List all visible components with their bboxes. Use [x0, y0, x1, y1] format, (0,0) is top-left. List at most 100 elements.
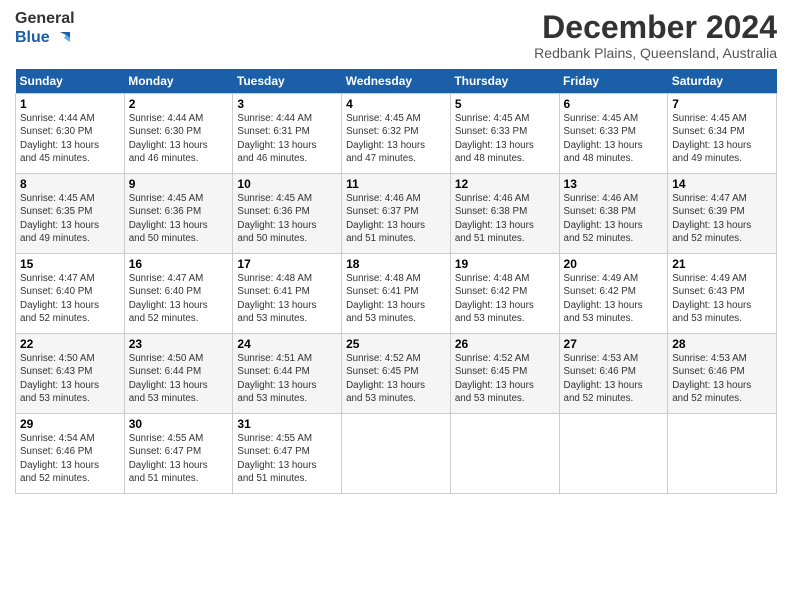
col-sunday: Sunday [16, 69, 125, 94]
calendar-cell: 20Sunrise: 4:49 AM Sunset: 6:42 PM Dayli… [559, 254, 668, 334]
col-wednesday: Wednesday [342, 69, 451, 94]
day-info: Sunrise: 4:46 AM Sunset: 6:38 PM Dayligh… [564, 192, 664, 245]
day-info: Sunrise: 4:44 AM Sunset: 6:30 PM Dayligh… [129, 112, 229, 165]
day-info: Sunrise: 4:49 AM Sunset: 6:43 PM Dayligh… [672, 272, 772, 325]
day-info: Sunrise: 4:52 AM Sunset: 6:45 PM Dayligh… [346, 352, 446, 405]
day-number: 11 [346, 177, 446, 191]
calendar-cell: 28Sunrise: 4:53 AM Sunset: 6:46 PM Dayli… [668, 334, 777, 414]
page-header: General Blue December 2024 Redbank Plain… [15, 10, 777, 61]
day-number: 17 [237, 257, 337, 271]
day-info: Sunrise: 4:47 AM Sunset: 6:39 PM Dayligh… [672, 192, 772, 245]
calendar-cell: 27Sunrise: 4:53 AM Sunset: 6:46 PM Dayli… [559, 334, 668, 414]
day-number: 27 [564, 337, 664, 351]
day-info: Sunrise: 4:52 AM Sunset: 6:45 PM Dayligh… [455, 352, 555, 405]
day-number: 6 [564, 97, 664, 111]
col-thursday: Thursday [450, 69, 559, 94]
day-number: 23 [129, 337, 229, 351]
day-number: 30 [129, 417, 229, 431]
day-info: Sunrise: 4:48 AM Sunset: 6:42 PM Dayligh… [455, 272, 555, 325]
day-info: Sunrise: 4:44 AM Sunset: 6:31 PM Dayligh… [237, 112, 337, 165]
day-info: Sunrise: 4:45 AM Sunset: 6:33 PM Dayligh… [455, 112, 555, 165]
calendar-cell: 11Sunrise: 4:46 AM Sunset: 6:37 PM Dayli… [342, 174, 451, 254]
calendar-cell: 24Sunrise: 4:51 AM Sunset: 6:44 PM Dayli… [233, 334, 342, 414]
day-number: 22 [20, 337, 120, 351]
day-number: 19 [455, 257, 555, 271]
calendar-cell: 6Sunrise: 4:45 AM Sunset: 6:33 PM Daylig… [559, 94, 668, 174]
day-number: 18 [346, 257, 446, 271]
day-info: Sunrise: 4:45 AM Sunset: 6:33 PM Dayligh… [564, 112, 664, 165]
col-tuesday: Tuesday [233, 69, 342, 94]
calendar-header-row: Sunday Monday Tuesday Wednesday Thursday… [16, 69, 777, 94]
day-number: 10 [237, 177, 337, 191]
calendar-cell: 1Sunrise: 4:44 AM Sunset: 6:30 PM Daylig… [16, 94, 125, 174]
day-number: 9 [129, 177, 229, 191]
day-info: Sunrise: 4:45 AM Sunset: 6:34 PM Dayligh… [672, 112, 772, 165]
logo-general: General [15, 10, 75, 28]
calendar-cell: 29Sunrise: 4:54 AM Sunset: 6:46 PM Dayli… [16, 414, 125, 494]
calendar-cell: 2Sunrise: 4:44 AM Sunset: 6:30 PM Daylig… [124, 94, 233, 174]
day-info: Sunrise: 4:53 AM Sunset: 6:46 PM Dayligh… [564, 352, 664, 405]
calendar-cell: 21Sunrise: 4:49 AM Sunset: 6:43 PM Dayli… [668, 254, 777, 334]
calendar-cell: 17Sunrise: 4:48 AM Sunset: 6:41 PM Dayli… [233, 254, 342, 334]
day-number: 26 [455, 337, 555, 351]
calendar-cell: 3Sunrise: 4:44 AM Sunset: 6:31 PM Daylig… [233, 94, 342, 174]
day-number: 25 [346, 337, 446, 351]
logo-bird-icon [52, 28, 72, 48]
day-info: Sunrise: 4:45 AM Sunset: 6:35 PM Dayligh… [20, 192, 120, 245]
day-info: Sunrise: 4:53 AM Sunset: 6:46 PM Dayligh… [672, 352, 772, 405]
day-info: Sunrise: 4:50 AM Sunset: 6:44 PM Dayligh… [129, 352, 229, 405]
calendar-cell: 26Sunrise: 4:52 AM Sunset: 6:45 PM Dayli… [450, 334, 559, 414]
day-number: 7 [672, 97, 772, 111]
calendar-cell: 9Sunrise: 4:45 AM Sunset: 6:36 PM Daylig… [124, 174, 233, 254]
calendar-cell [342, 414, 451, 494]
calendar-cell: 5Sunrise: 4:45 AM Sunset: 6:33 PM Daylig… [450, 94, 559, 174]
day-info: Sunrise: 4:46 AM Sunset: 6:37 PM Dayligh… [346, 192, 446, 245]
calendar-cell: 14Sunrise: 4:47 AM Sunset: 6:39 PM Dayli… [668, 174, 777, 254]
day-number: 29 [20, 417, 120, 431]
calendar-cell: 16Sunrise: 4:47 AM Sunset: 6:40 PM Dayli… [124, 254, 233, 334]
day-number: 31 [237, 417, 337, 431]
day-number: 21 [672, 257, 772, 271]
day-number: 8 [20, 177, 120, 191]
day-number: 14 [672, 177, 772, 191]
calendar-cell: 15Sunrise: 4:47 AM Sunset: 6:40 PM Dayli… [16, 254, 125, 334]
day-number: 15 [20, 257, 120, 271]
calendar-cell: 10Sunrise: 4:45 AM Sunset: 6:36 PM Dayli… [233, 174, 342, 254]
day-info: Sunrise: 4:49 AM Sunset: 6:42 PM Dayligh… [564, 272, 664, 325]
title-section: December 2024 Redbank Plains, Queensland… [534, 10, 777, 61]
day-info: Sunrise: 4:51 AM Sunset: 6:44 PM Dayligh… [237, 352, 337, 405]
day-info: Sunrise: 4:47 AM Sunset: 6:40 PM Dayligh… [20, 272, 120, 325]
day-number: 20 [564, 257, 664, 271]
day-number: 4 [346, 97, 446, 111]
day-number: 12 [455, 177, 555, 191]
day-number: 13 [564, 177, 664, 191]
calendar-week-row: 8Sunrise: 4:45 AM Sunset: 6:35 PM Daylig… [16, 174, 777, 254]
calendar-cell: 31Sunrise: 4:55 AM Sunset: 6:47 PM Dayli… [233, 414, 342, 494]
month-title: December 2024 [534, 10, 777, 45]
logo: General Blue [15, 10, 75, 48]
day-info: Sunrise: 4:46 AM Sunset: 6:38 PM Dayligh… [455, 192, 555, 245]
day-info: Sunrise: 4:48 AM Sunset: 6:41 PM Dayligh… [237, 272, 337, 325]
day-info: Sunrise: 4:45 AM Sunset: 6:36 PM Dayligh… [237, 192, 337, 245]
col-saturday: Saturday [668, 69, 777, 94]
calendar-cell: 23Sunrise: 4:50 AM Sunset: 6:44 PM Dayli… [124, 334, 233, 414]
calendar-week-row: 1Sunrise: 4:44 AM Sunset: 6:30 PM Daylig… [16, 94, 777, 174]
col-monday: Monday [124, 69, 233, 94]
calendar-week-row: 29Sunrise: 4:54 AM Sunset: 6:46 PM Dayli… [16, 414, 777, 494]
day-number: 28 [672, 337, 772, 351]
day-info: Sunrise: 4:55 AM Sunset: 6:47 PM Dayligh… [237, 432, 337, 485]
calendar-cell: 13Sunrise: 4:46 AM Sunset: 6:38 PM Dayli… [559, 174, 668, 254]
page-container: General Blue December 2024 Redbank Plain… [0, 0, 792, 504]
day-number: 1 [20, 97, 120, 111]
day-info: Sunrise: 4:50 AM Sunset: 6:43 PM Dayligh… [20, 352, 120, 405]
calendar-cell: 19Sunrise: 4:48 AM Sunset: 6:42 PM Dayli… [450, 254, 559, 334]
day-number: 3 [237, 97, 337, 111]
calendar-cell [668, 414, 777, 494]
day-info: Sunrise: 4:44 AM Sunset: 6:30 PM Dayligh… [20, 112, 120, 165]
calendar-cell [559, 414, 668, 494]
calendar-week-row: 22Sunrise: 4:50 AM Sunset: 6:43 PM Dayli… [16, 334, 777, 414]
location: Redbank Plains, Queensland, Australia [534, 45, 777, 61]
col-friday: Friday [559, 69, 668, 94]
calendar-cell: 8Sunrise: 4:45 AM Sunset: 6:35 PM Daylig… [16, 174, 125, 254]
calendar-table: Sunday Monday Tuesday Wednesday Thursday… [15, 69, 777, 494]
